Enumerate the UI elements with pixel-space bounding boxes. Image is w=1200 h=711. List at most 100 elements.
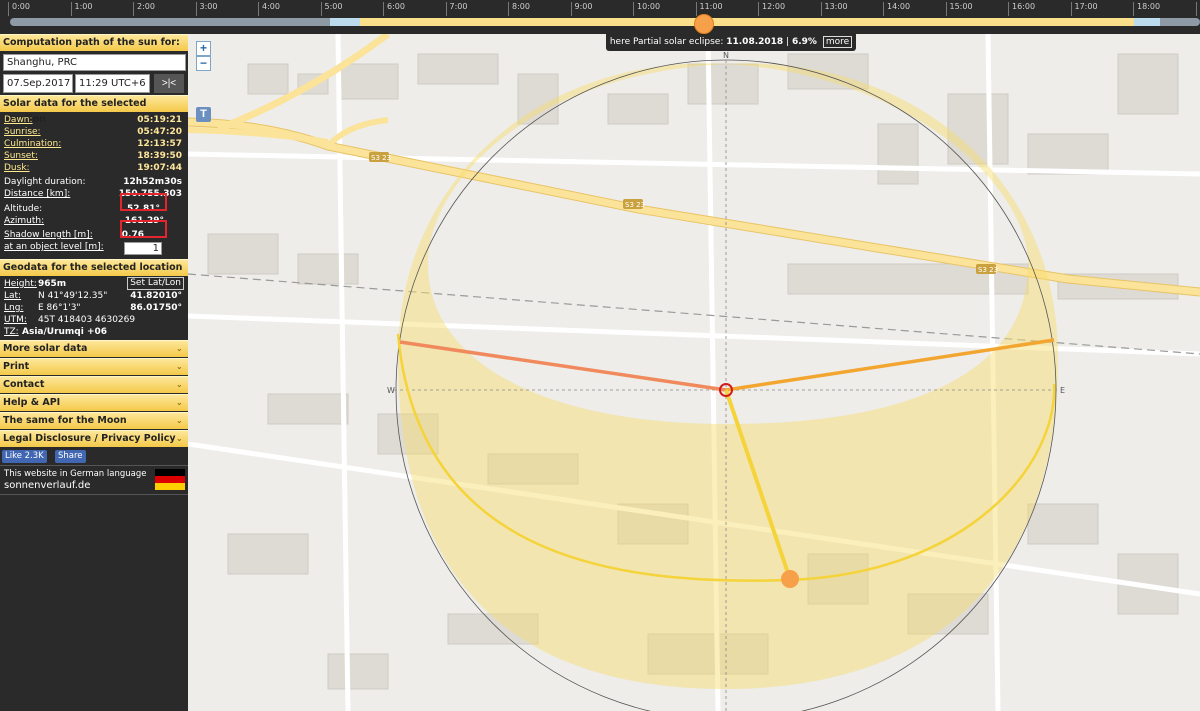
lng-dms: E 86°1'3" bbox=[38, 303, 81, 313]
german-flag-icon[interactable] bbox=[155, 469, 185, 490]
road-label: S3 23 bbox=[625, 201, 645, 209]
solar-label[interactable]: Culmination: bbox=[4, 138, 61, 150]
timeline-hour-tick[interactable]: 3:00 bbox=[195, 2, 217, 16]
timeline-hour-tick[interactable]: 14:00 bbox=[883, 2, 910, 16]
solar-value: 05:19:21 bbox=[137, 115, 182, 125]
utm-label: UTM: bbox=[4, 315, 27, 325]
expand-icon[interactable]: ⌄ bbox=[176, 344, 185, 353]
collapse-icon[interactable]: ⌃ bbox=[176, 263, 185, 272]
solar-label[interactable]: Sunrise: bbox=[4, 126, 41, 138]
object-level-input[interactable]: 1 bbox=[124, 242, 162, 255]
map-type-button[interactable]: T bbox=[196, 107, 211, 122]
location-search-input[interactable]: Shanghu, PRC bbox=[3, 54, 186, 71]
geodata-header: Geodata for the selected location ⌃ bbox=[0, 259, 188, 276]
daylight-segment bbox=[360, 18, 1134, 26]
geodata-title: Geodata for the selected location bbox=[3, 262, 183, 273]
menu-item-label: More solar data bbox=[3, 343, 88, 354]
timeline-hour-tick[interactable]: 1:00 bbox=[70, 2, 92, 16]
altitude-label: Altitude: bbox=[4, 204, 43, 214]
lat-label: Lat: bbox=[4, 291, 22, 301]
timeline-hour-tick[interactable]: 0:00 bbox=[8, 2, 30, 16]
map-canvas[interactable]: N W E S3 23 S3 23 S3 23 bbox=[188, 34, 1200, 711]
lat-dms: N 41°49'12.35" bbox=[38, 291, 108, 301]
german-site-text: This website in German language bbox=[4, 469, 147, 479]
time-input[interactable]: 11:29 UTC+6 bbox=[75, 74, 150, 93]
expand-icon[interactable]: ⌄ bbox=[176, 416, 185, 425]
timeline-hour-tick[interactable]: 11:00 bbox=[695, 2, 723, 16]
timeline-hour-tick[interactable]: 10:00 bbox=[633, 2, 660, 16]
solar-row: Sunrise: 05:47:20 bbox=[0, 126, 188, 138]
menu-item-label: Legal Disclosure / Privacy Policy bbox=[3, 433, 176, 444]
set-latlon-button[interactable]: Set Lat/Lon bbox=[127, 277, 184, 290]
timeline-hour-tick[interactable]: 8:00 bbox=[508, 2, 530, 16]
expand-icon[interactable]: ⌄ bbox=[176, 398, 185, 407]
timeline-hour-tick[interactable]: 6:00 bbox=[383, 2, 405, 16]
lat-decimal: 41.82010° bbox=[130, 291, 182, 301]
timeline-bar[interactable]: 0:00 1:00 2:00 3:00 4:00 5:00 6:00 7:00 8:00 9:00… bbox=[0, 0, 1200, 34]
german-site-link[interactable]: sonnenverlauf.de bbox=[4, 480, 90, 491]
height-value: 965m bbox=[38, 279, 67, 289]
tz-label: TZ: bbox=[4, 327, 19, 337]
time-slider-handle[interactable] bbox=[694, 14, 714, 34]
menu-item[interactable]: Legal Disclosure / Privacy Policy ⌄ bbox=[0, 430, 188, 448]
tz-value: Asia/Urumqi +06 bbox=[22, 327, 108, 337]
timeline-hour-tick[interactable]: 2:00 bbox=[133, 2, 155, 16]
zoom-out-button[interactable]: − bbox=[196, 56, 211, 71]
height-label: Height: bbox=[4, 279, 37, 289]
facebook-share-button[interactable]: Share bbox=[55, 450, 86, 463]
menu-item-label: Contact bbox=[3, 379, 45, 390]
sun-position-marker[interactable] bbox=[781, 570, 799, 588]
utm-value: 45T 418403 4630269 bbox=[38, 315, 136, 325]
timeline-hour-tick[interactable]: 9:00 bbox=[570, 2, 592, 16]
zoom-in-button[interactable]: + bbox=[196, 41, 211, 56]
timeline-hour-tick[interactable]: 12:00 bbox=[758, 2, 785, 16]
timeline-hour-tick[interactable]: 18:00 bbox=[1133, 2, 1160, 16]
lng-decimal: 86.01750° bbox=[130, 303, 182, 313]
solar-label[interactable]: Sunset: bbox=[4, 150, 38, 162]
timeline-hour-tick[interactable]: 19:00 bbox=[1195, 2, 1200, 16]
solar-row: Sunset: 18:39:50 bbox=[0, 150, 188, 162]
compass-east: E bbox=[1060, 386, 1065, 395]
eclipse-banner: here Partial solar eclipse: 11.08.2018 |… bbox=[606, 34, 856, 51]
lng-row: Lng: E 86°1'3" 86.01750° bbox=[0, 302, 188, 314]
solar-row: Culmination: 12:13:57 bbox=[0, 138, 188, 150]
map-area[interactable]: N W E S3 23 S3 23 S3 23 bbox=[188, 34, 1200, 711]
altitude-highlight bbox=[120, 193, 167, 211]
eclipse-date: 11.08.2018 bbox=[726, 37, 784, 47]
menu-item[interactable]: More solar data ⌄ bbox=[0, 340, 188, 358]
facebook-like-button[interactable]: Like 2.3K bbox=[2, 450, 47, 463]
daylight-row: Daylight duration: 12h52m30s bbox=[0, 176, 188, 188]
menu-item[interactable]: Help & API ⌄ bbox=[0, 394, 188, 412]
timeline-hour-tick[interactable]: 17:00 bbox=[1070, 2, 1098, 16]
solar-label[interactable]: Dawn: bbox=[4, 114, 33, 126]
solar-row: Dusk: 19:07:44 bbox=[0, 162, 188, 174]
compass-west: W bbox=[387, 386, 395, 395]
distance-label: Distance [km]: bbox=[4, 189, 71, 199]
solar-value: 12:13:57 bbox=[137, 139, 182, 149]
solar-value: 19:07:44 bbox=[137, 163, 182, 173]
menu-item[interactable]: The same for the Moon ⌄ bbox=[0, 412, 188, 430]
expand-icon[interactable]: ⌄ bbox=[176, 380, 185, 389]
timeline-hour-tick[interactable]: 16:00 bbox=[1008, 2, 1035, 16]
solar-value: 05:47:20 bbox=[137, 127, 182, 137]
timeline-hour-tick[interactable]: 7:00 bbox=[445, 2, 467, 16]
solar-row: Dawn: 05:19:21 bbox=[0, 114, 188, 126]
timeline-hour-tick[interactable]: 15:00 bbox=[945, 2, 973, 16]
date-input[interactable]: 07.Sep.2017 bbox=[3, 74, 73, 93]
timeline-hour-tick[interactable]: 13:00 bbox=[820, 2, 848, 16]
height-row: Height: 965m Set Lat/Lon bbox=[0, 277, 188, 290]
solar-label[interactable]: Dusk: bbox=[4, 162, 30, 174]
menu-item[interactable]: Print ⌄ bbox=[0, 358, 188, 376]
timeline-hour-tick[interactable]: 5:00 bbox=[320, 2, 342, 16]
expand-icon[interactable]: ⌄ bbox=[176, 434, 185, 443]
menu-item[interactable]: Contact ⌄ bbox=[0, 376, 188, 394]
solar-value: 18:39:50 bbox=[137, 151, 182, 161]
shadow-label: Shadow length [m]: bbox=[4, 230, 93, 240]
road-label: S3 23 bbox=[371, 154, 391, 162]
menu-item-label: The same for the Moon bbox=[3, 415, 127, 426]
eclipse-more-link[interactable]: more bbox=[822, 36, 853, 48]
expand-icon[interactable]: ⌄ bbox=[176, 362, 185, 371]
timeline-hour-tick[interactable]: 4:00 bbox=[258, 2, 280, 16]
lat-row: Lat: N 41°49'12.35" 41.82010° bbox=[0, 290, 188, 302]
reset-now-button[interactable]: >|< bbox=[154, 74, 184, 93]
